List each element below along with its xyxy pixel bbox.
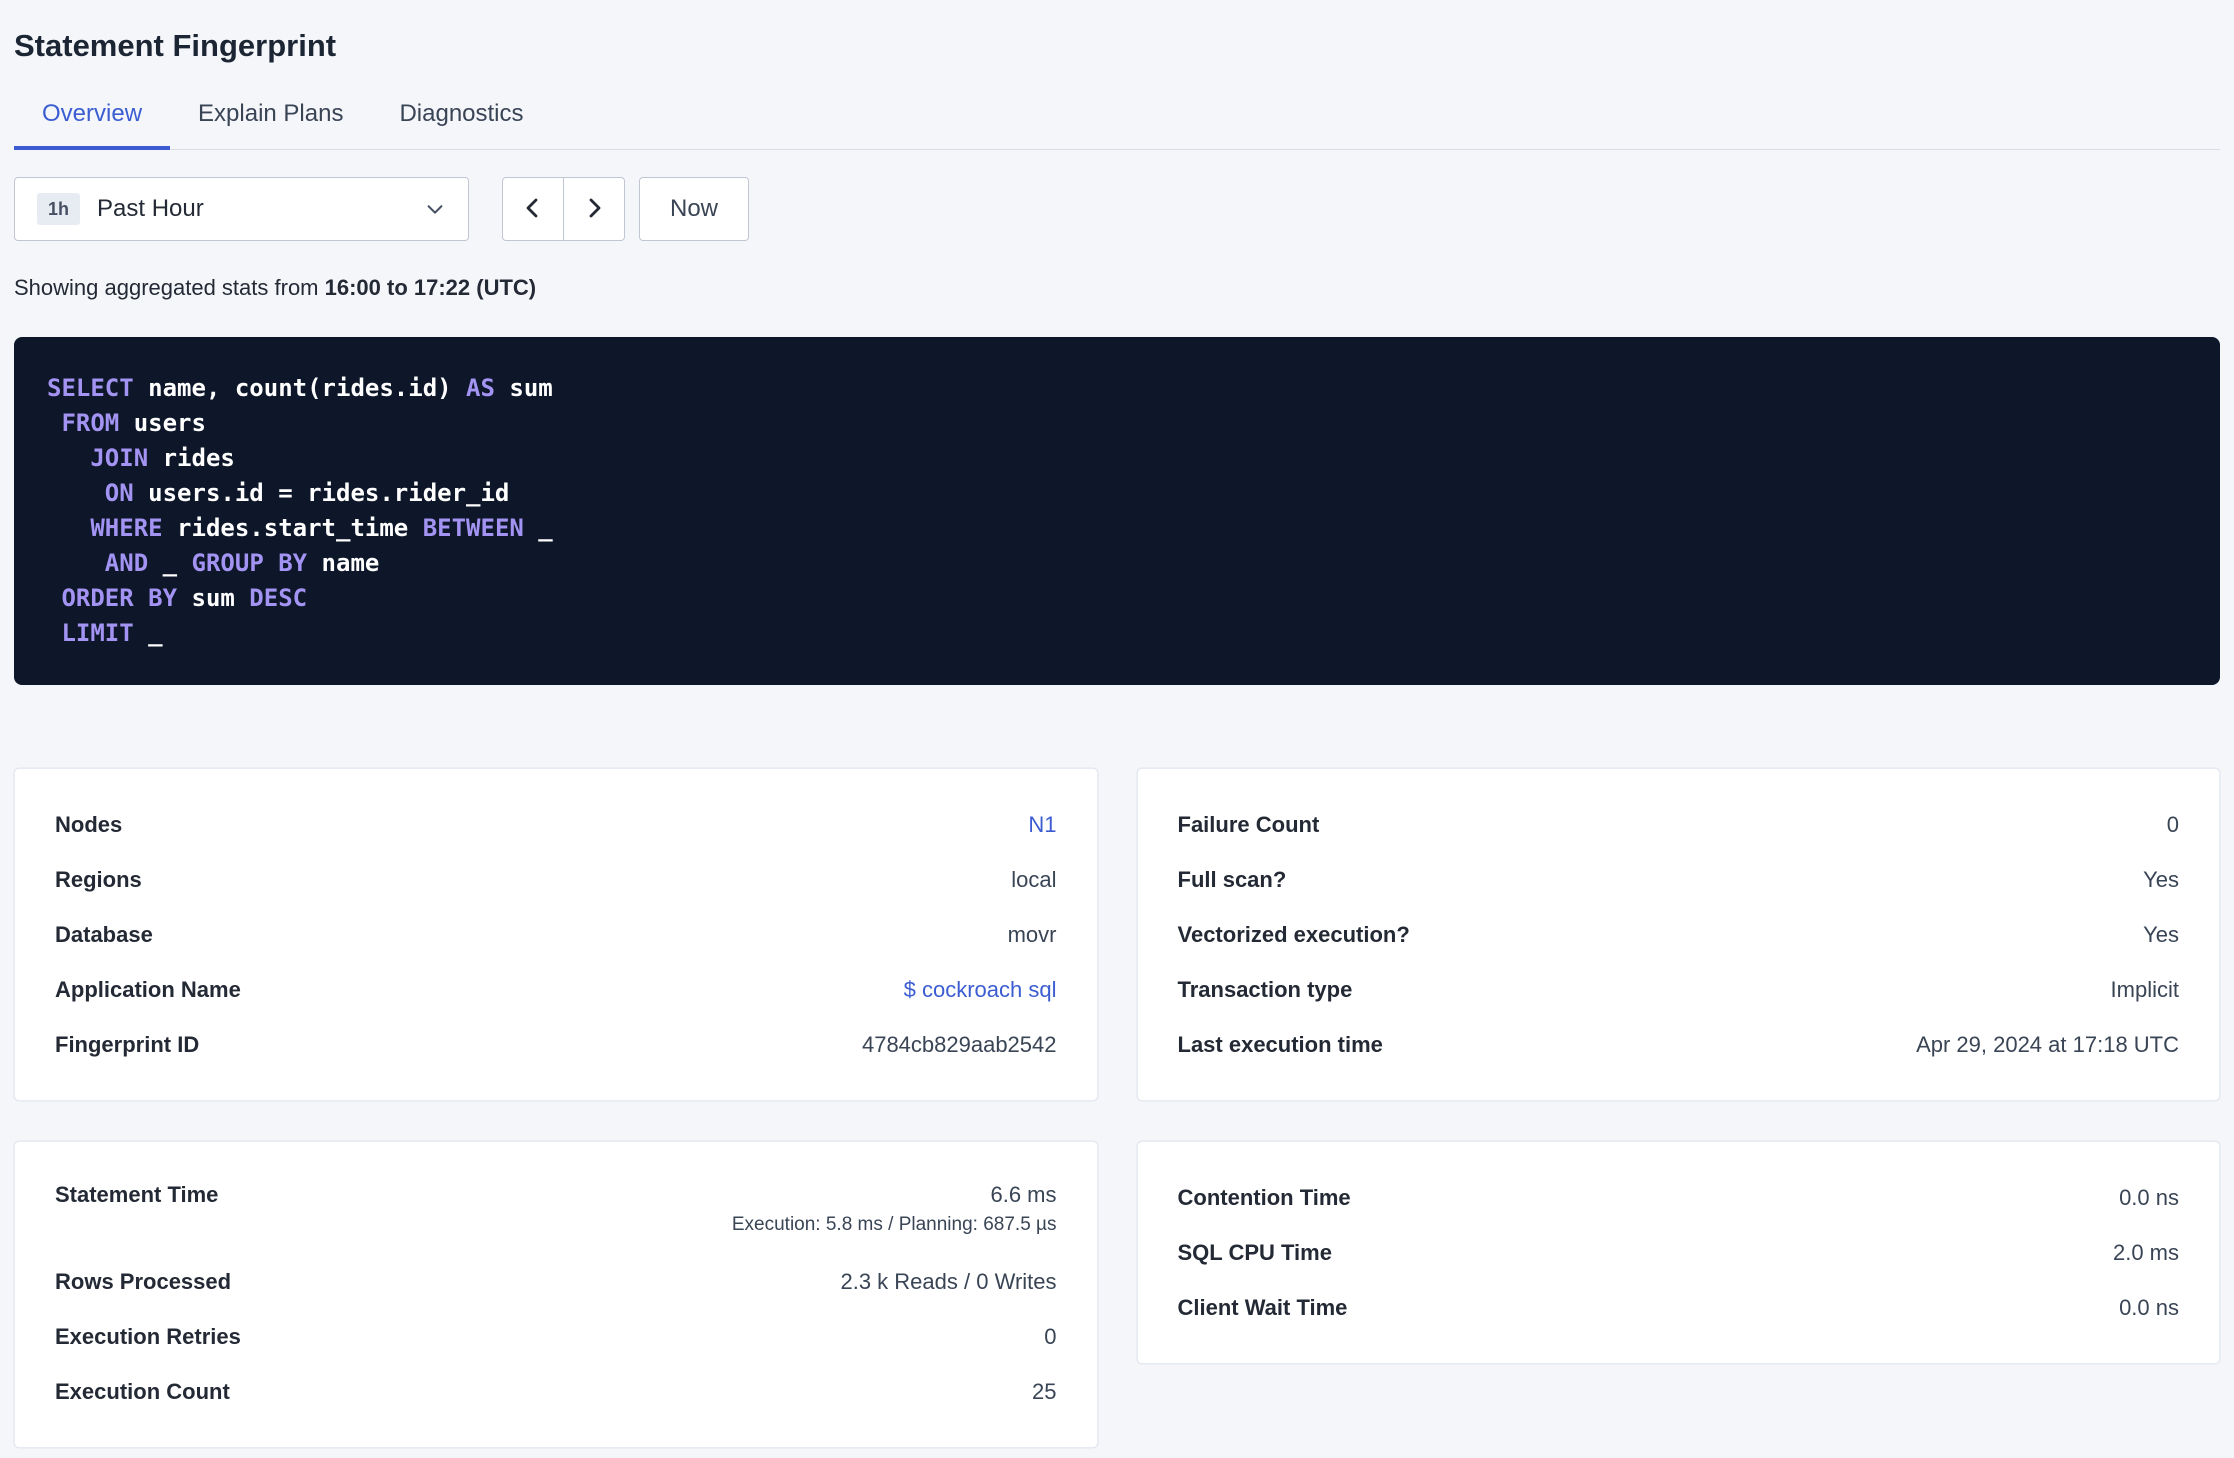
row-value: local — [1011, 866, 1057, 892]
row-label: Rows Processed — [55, 1268, 232, 1294]
detail-row-sql-cpu-time: SQL CPU Time 2.0 ms — [1178, 1225, 2180, 1280]
detail-row-regions: Regions local — [55, 852, 1057, 907]
row-value: 25 — [1032, 1378, 1057, 1404]
row-label: Vectorized execution? — [1177, 921, 1410, 947]
row-label: Full scan? — [1177, 866, 1287, 892]
overview-details-card: Nodes N1 Regions local Database movr App… — [14, 768, 1098, 1101]
row-label: Execution Retries — [55, 1323, 241, 1349]
time-range-picker[interactable]: 1h Past Hour — [14, 177, 469, 241]
row-label: Transaction type — [1177, 976, 1353, 1002]
detail-row-full-scan: Full scan? Yes — [1178, 852, 2180, 907]
detail-row-statement-time: Statement Time 6.6 ms Execution: 5.8 ms … — [55, 1170, 1057, 1254]
row-label: Failure Count — [1177, 811, 1320, 837]
row-label: Nodes — [55, 811, 123, 837]
row-label: Client Wait Time — [1177, 1294, 1348, 1320]
row-value: movr — [1007, 921, 1057, 947]
detail-row-contention-time: Contention Time 0.0 ns — [1178, 1170, 2180, 1225]
row-value: 0.0 ns — [2119, 1294, 2179, 1320]
row-label: Fingerprint ID — [55, 1031, 200, 1057]
detail-row-fingerprint-id: Fingerprint ID 4784cb829aab2542 — [55, 1017, 1057, 1072]
tab-diagnostics[interactable]: Diagnostics — [371, 86, 551, 149]
chevron-down-icon — [424, 198, 446, 220]
row-value: 0 — [1044, 1323, 1057, 1349]
row-label: SQL CPU Time — [1177, 1239, 1332, 1265]
row-value: 0 — [2166, 811, 2179, 837]
time-controls: 1h Past Hour Now — [14, 177, 2220, 241]
row-label: Regions — [55, 866, 142, 892]
row-label: Statement Time — [55, 1182, 219, 1207]
chevron-right-icon — [582, 196, 606, 223]
row-value: Yes — [2143, 921, 2179, 947]
row-label: Execution Count — [55, 1378, 230, 1404]
now-button[interactable]: Now — [639, 177, 750, 241]
wait-time-card: Contention Time 0.0 ns SQL CPU Time 2.0 … — [1136, 1141, 2220, 1364]
detail-row-rows-processed: Rows Processed 2.3 k Reads / 0 Writes — [55, 1254, 1057, 1309]
aggregated-stats-summary: Showing aggregated stats from 16:00 to 1… — [14, 275, 2220, 301]
time-range-badge: 1h — [37, 193, 81, 225]
row-value: 2.0 ms — [2112, 1239, 2179, 1265]
stats-summary-range: 16:00 to 17:22 (UTC) — [324, 275, 537, 300]
sql-statement-box: SELECT name, count(rides.id) AS sum FROM… — [14, 337, 2220, 685]
application-name-link[interactable]: $ cockroach sql — [904, 977, 1057, 1003]
next-time-interval-button[interactable] — [563, 177, 625, 241]
details-cards: Nodes N1 Regions local Database movr App… — [14, 768, 2220, 1448]
row-value: 2.3 k Reads / 0 Writes — [840, 1268, 1057, 1294]
detail-row-execution-count: Execution Count 25 — [55, 1364, 1057, 1419]
detail-row-client-wait-time: Client Wait Time 0.0 ns — [1178, 1280, 2180, 1335]
detail-row-execution-retries: Execution Retries 0 — [55, 1309, 1057, 1364]
row-label: Database — [55, 921, 153, 947]
row-subvalue: Execution: 5.8 ms / Planning: 687.5 µs — [731, 1214, 1057, 1235]
detail-row-nodes: Nodes N1 — [55, 797, 1057, 852]
row-label: Last execution time — [1177, 1031, 1383, 1057]
statement-fingerprint-page: Statement Fingerprint Overview Explain P… — [0, 0, 2234, 1448]
statement-timing-card: Statement Time 6.6 ms Execution: 5.8 ms … — [14, 1141, 1098, 1448]
detail-row-last-execution-time: Last execution time Apr 29, 2024 at 17:1… — [1178, 1017, 2180, 1072]
previous-time-interval-button[interactable] — [502, 177, 564, 241]
row-label: Application Name — [55, 976, 241, 1002]
execution-attributes-card: Failure Count 0 Full scan? Yes Vectorize… — [1136, 768, 2220, 1101]
page-title: Statement Fingerprint — [14, 28, 337, 63]
row-value: 4784cb829aab2542 — [861, 1031, 1057, 1057]
statement-time-values: 6.6 ms Execution: 5.8 ms / Planning: 687… — [732, 1182, 1057, 1236]
detail-row-database: Database movr — [55, 907, 1057, 962]
detail-row-failure-count: Failure Count 0 — [1178, 797, 2180, 852]
node-link[interactable]: N1 — [1028, 812, 1056, 838]
sql-code: SELECT name, count(rides.id) AS sum FROM… — [47, 374, 553, 647]
tab-explain-plans[interactable]: Explain Plans — [170, 86, 371, 149]
row-value: Apr 29, 2024 at 17:18 UTC — [1916, 1031, 2179, 1057]
detail-row-application-name: Application Name $ cockroach sql — [55, 962, 1057, 1017]
row-label: Contention Time — [1177, 1184, 1351, 1210]
detail-row-vectorized-execution: Vectorized execution? Yes — [1178, 907, 2180, 962]
tab-bar: Overview Explain Plans Diagnostics — [14, 86, 2220, 150]
time-step-buttons — [502, 177, 625, 241]
detail-row-transaction-type: Transaction type Implicit — [1178, 962, 2180, 1017]
chevron-left-icon — [521, 196, 545, 223]
row-value: 0.0 ns — [2119, 1184, 2179, 1210]
row-value: Implicit — [2110, 976, 2179, 1002]
row-value: 6.6 ms — [990, 1182, 1057, 1207]
row-value: Yes — [2143, 866, 2179, 892]
time-range-label: Past Hour — [97, 195, 204, 222]
stats-summary-prefix: Showing aggregated stats from — [14, 275, 325, 300]
tab-overview[interactable]: Overview — [14, 86, 171, 150]
